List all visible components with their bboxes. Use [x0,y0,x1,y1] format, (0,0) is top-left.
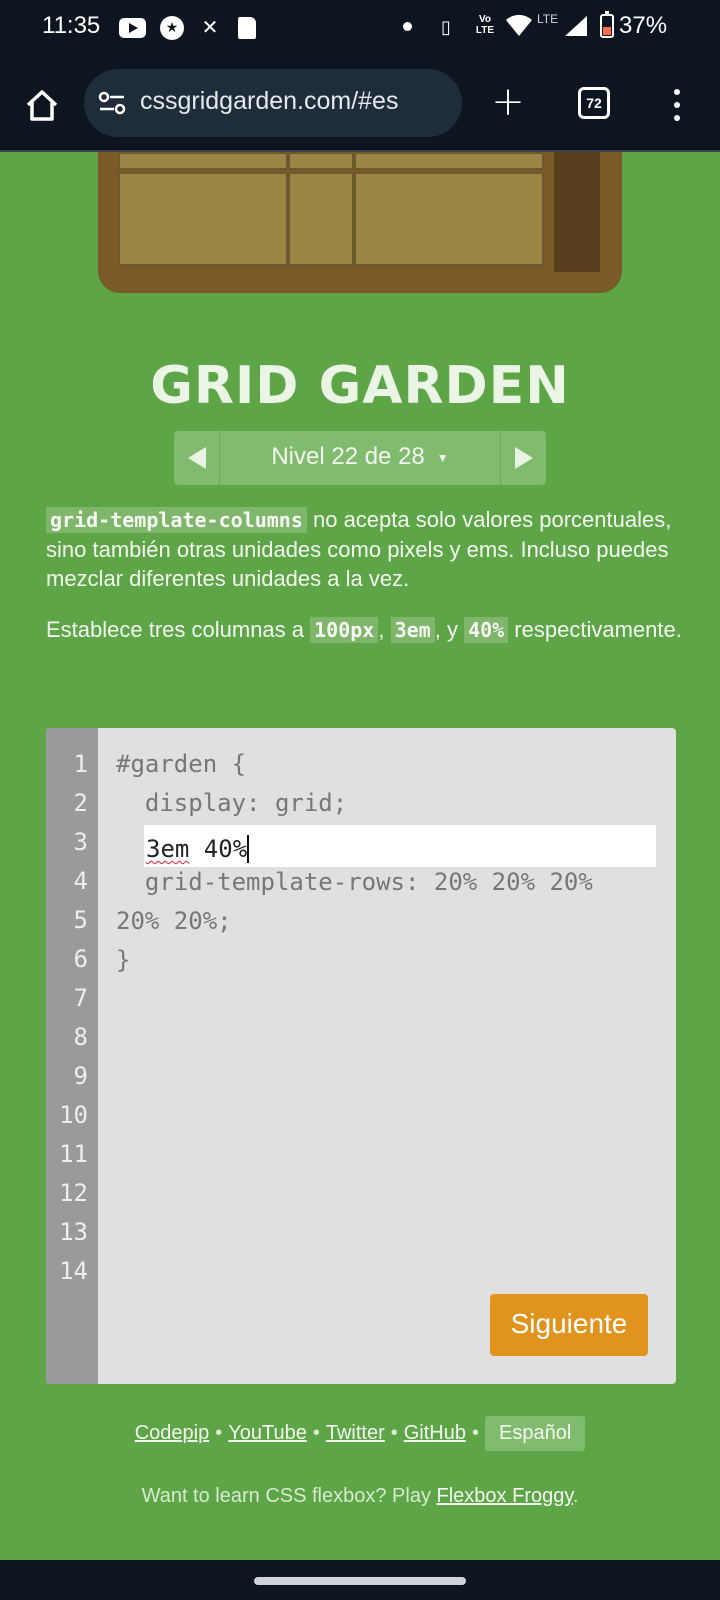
status-bar: 11:35 ★ ✕ ▯ Vo LTE LTE 37% [0,0,720,55]
youtube-link[interactable]: YouTube [228,1422,307,1444]
footer-links: Codepip • YouTube • Twitter • GitHub • Español [0,1416,720,1451]
level-label: Nivel 22 de 28 [271,443,425,470]
instruction-text: , y [434,617,465,642]
url-text: cssgridgarden.com/#es [140,87,399,115]
youtube-icon [119,18,146,38]
spellcheck-word: 3em [146,835,190,863]
new-tab-button[interactable]: + [488,82,528,123]
signal-icon [565,16,587,36]
vibrate-icon: ▯ [441,16,451,38]
tab-switcher-button[interactable]: 72 [578,87,610,119]
line-number: 12 [59,1179,88,1207]
instructions: grid-template-columns no acepta solo val… [46,505,686,667]
home-gesture-bar[interactable] [254,1577,466,1585]
soil-tile [354,172,544,266]
line-number: 3 [73,828,88,856]
wifi-icon [506,14,532,36]
level-navigator: Nivel 22 de 28 ▼ [174,431,546,485]
code-editor: 1 2 3 4 5 6 7 8 9 10 11 12 13 14 #garden { display: g… [46,728,676,1384]
address-bar[interactable]: cssgridgarden.com/#es [84,69,462,137]
sd-card-icon [238,17,256,39]
separator: • [390,1422,398,1444]
code-line: } [116,946,131,974]
more-menu-icon[interactable] [668,85,688,125]
promo-end: . [572,1485,579,1507]
circle-star-icon: ★ [160,16,184,40]
dot-icon [403,22,412,31]
separator: • [472,1422,480,1444]
line-number: 10 [59,1101,88,1129]
code-snippet: 40% [464,617,509,643]
flexbox-froggy-link[interactable]: Flexbox Froggy [437,1485,573,1507]
caret-down-icon: ▼ [436,450,449,465]
battery-icon [600,11,614,38]
input-value: 3em 40% [146,835,250,863]
code-line: #garden { [116,750,247,778]
instruction-paragraph-1: grid-template-columns no acepta solo val… [46,505,686,593]
css-answer-input[interactable]: 3em 40% [144,825,656,867]
browser-toolbar: cssgridgarden.com/#es + 72 [0,55,720,152]
soil-tile [118,152,288,170]
github-link[interactable]: GitHub [404,1422,466,1444]
line-number: 7 [73,984,88,1012]
line-number: 2 [73,789,88,817]
line-number: 8 [73,1023,88,1051]
garden-edge [554,152,600,272]
language-button[interactable]: Español [485,1416,586,1451]
previous-level-button[interactable] [174,431,220,485]
line-number: 6 [73,945,88,973]
code-snippet: grid-template-columns [46,507,307,533]
text-caret [247,835,250,863]
next-button[interactable]: Siguiente [490,1294,648,1356]
separator: • [312,1422,320,1444]
code-snippet: 100px [310,617,379,643]
next-level-arrow-button[interactable] [500,431,546,485]
game-title: GRID GARDEN [150,356,570,416]
line-number: 9 [73,1062,88,1090]
code-line: grid-template-rows: 20% 20% 20% [116,868,593,896]
input-value-rest: 40% [189,835,248,863]
instruction-text: Establece tres columnas a [46,617,311,642]
line-number: 1 [73,750,88,778]
soil-tile [354,152,544,170]
line-number: 11 [59,1140,88,1168]
instruction-text: respectivamente. [508,617,682,642]
battery-level: 37% [619,12,668,39]
network-type: LTE [537,12,559,26]
home-icon[interactable] [22,85,62,125]
line-number: 14 [59,1257,88,1285]
code-line: 20% 20%; [116,907,232,935]
separator: • [215,1422,223,1444]
status-time: 11:35 [42,12,101,39]
soil-tile [288,152,354,170]
soil-tile [288,172,354,266]
line-number-gutter: 1 2 3 4 5 6 7 8 9 10 11 12 13 14 [46,728,98,1384]
line-number: 13 [59,1218,88,1246]
site-settings-icon[interactable] [98,91,126,115]
level-selector[interactable]: Nivel 22 de 28 ▼ [220,443,500,471]
volte-icon: Vo LTE [475,14,495,36]
twitter-link[interactable]: Twitter [326,1422,385,1444]
instruction-paragraph-2: Establece tres columnas a 100px, 3em, y … [46,615,686,645]
line-number: 5 [73,906,88,934]
line-number: 4 [73,867,88,895]
codepip-link[interactable]: Codepip [135,1422,210,1444]
code-snippet: 3em [390,617,435,643]
tools-icon: ✕ [201,15,219,39]
system-nav-bar [0,1560,720,1600]
promo-text: Want to learn CSS flexbox? Play Flexbox … [0,1485,720,1508]
code-line: display: grid; [116,789,348,817]
garden-board [98,152,622,293]
soil-tile [118,172,288,266]
instruction-text: , [378,617,391,642]
promo-label: Want to learn CSS flexbox? Play [141,1485,437,1507]
